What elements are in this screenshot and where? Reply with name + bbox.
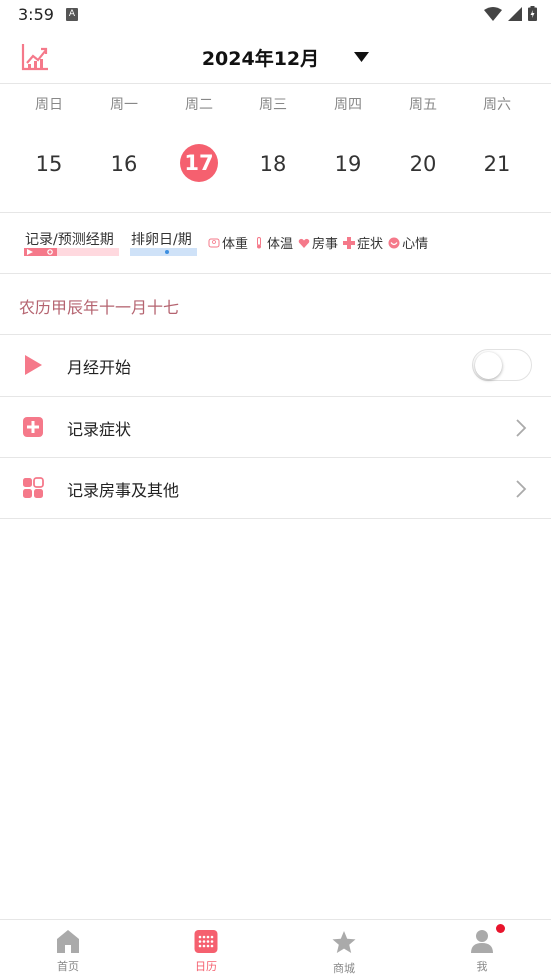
nav-home-label: 首页 <box>57 960 79 973</box>
circle-icon <box>47 249 53 255</box>
weekday-label: 周三 <box>259 97 287 113</box>
user-icon <box>471 930 493 953</box>
play-icon <box>25 355 42 375</box>
notification-badge <box>496 924 505 933</box>
legend-weight: 体重 <box>208 233 248 252</box>
weekday-label: 周六 <box>483 97 511 113</box>
legend-period-recorded <box>24 248 57 256</box>
legend: 记录/预测经期 排卵日/期 体重 体温 房事 症状 心情 <box>0 213 551 273</box>
legend-ovulation-label: 排卵日/期 <box>131 232 192 248</box>
weight-scale-icon <box>208 238 220 247</box>
battery-icon <box>528 6 537 21</box>
divider <box>0 518 551 519</box>
legend-mood: 心情 <box>388 233 428 252</box>
legend-period-bar <box>24 248 119 256</box>
bottom-nav: 首页 日历 商城 我 <box>0 919 551 979</box>
weekday-label: 周四 <box>334 97 362 113</box>
plus-icon <box>343 236 356 249</box>
caret-down-icon[interactable] <box>354 52 369 62</box>
period-start-row: 月经开始 <box>0 335 551 396</box>
chevron-right-icon <box>516 419 527 437</box>
date-cell[interactable]: 18 <box>253 144 293 184</box>
divider <box>0 273 551 274</box>
date-cell-today[interactable]: 17 <box>180 144 218 182</box>
lunar-date: 农历甲辰年十一月十七 <box>19 298 180 317</box>
weekday-row: 周日 周一 周二 周三 周四 周五 周六 <box>0 94 551 118</box>
legend-ovulation-bar <box>130 248 197 256</box>
status-bar: 3:59 A <box>0 0 551 30</box>
legend-record-types: 体重 体温 房事 症状 心情 <box>208 233 428 252</box>
ovulation-dot <box>165 250 169 254</box>
record-intimacy-row[interactable]: 记录房事及其他 <box>0 458 551 519</box>
date-cell[interactable]: 16 <box>104 144 144 184</box>
nav-calendar[interactable]: 日历 <box>156 920 256 979</box>
weekday-label: 周二 <box>185 97 213 113</box>
legend-temperature: 体温 <box>253 233 293 252</box>
record-intimacy-label: 记录房事及其他 <box>67 481 180 500</box>
signal-icon <box>508 6 522 21</box>
record-symptoms-row[interactable]: 记录症状 <box>0 397 551 458</box>
nav-me[interactable]: 我 <box>432 920 532 979</box>
weekday-label: 周日 <box>35 97 63 113</box>
star-icon <box>332 931 356 953</box>
home-icon <box>57 930 79 953</box>
legend-period-label: 记录/预测经期 <box>25 232 114 248</box>
legend-intimacy-label: 房事 <box>312 237 339 252</box>
record-symptoms-label: 记录症状 <box>67 420 132 439</box>
play-icon <box>27 249 33 255</box>
calendar-header: 2024年12月 <box>0 30 551 84</box>
smile-icon <box>388 237 400 248</box>
date-row: 15 16 17 18 19 20 21 <box>0 144 551 184</box>
legend-mood-label: 心情 <box>402 237 429 252</box>
month-selector[interactable]: 2024年12月 <box>0 44 551 71</box>
nav-me-label: 我 <box>476 960 488 973</box>
thermometer-icon <box>257 236 262 248</box>
calendar-icon <box>194 930 218 953</box>
legend-temperature-label: 体温 <box>267 237 294 252</box>
grid-apps-icon <box>23 477 44 498</box>
status-icons <box>484 6 537 21</box>
period-start-toggle[interactable] <box>472 349 532 381</box>
chevron-right-icon <box>516 480 527 498</box>
nav-mall[interactable]: 商城 <box>294 920 394 979</box>
weekday-label: 周五 <box>409 97 437 113</box>
month-title: 2024年12月 <box>201 48 320 70</box>
nav-home[interactable]: 首页 <box>18 920 118 979</box>
weekday-label: 周一 <box>110 97 138 113</box>
date-cell[interactable]: 19 <box>328 144 368 184</box>
period-start-label: 月经开始 <box>67 358 132 377</box>
add-square-icon <box>23 417 43 437</box>
legend-symptom-label: 症状 <box>357 237 384 252</box>
heart-icon <box>298 238 310 248</box>
date-cell[interactable]: 15 <box>29 144 69 184</box>
nav-mall-label: 商城 <box>333 962 355 975</box>
wifi-icon <box>484 6 502 21</box>
date-cell[interactable]: 21 <box>477 144 517 184</box>
legend-intimacy: 房事 <box>298 233 338 252</box>
notification-icon: A <box>66 8 78 21</box>
nav-calendar-label: 日历 <box>195 960 217 973</box>
legend-weight-label: 体重 <box>222 237 249 252</box>
date-cell[interactable]: 20 <box>403 144 443 184</box>
status-time: 3:59 <box>18 5 54 24</box>
toggle-knob <box>475 352 502 379</box>
legend-symptom: 症状 <box>343 233 383 252</box>
